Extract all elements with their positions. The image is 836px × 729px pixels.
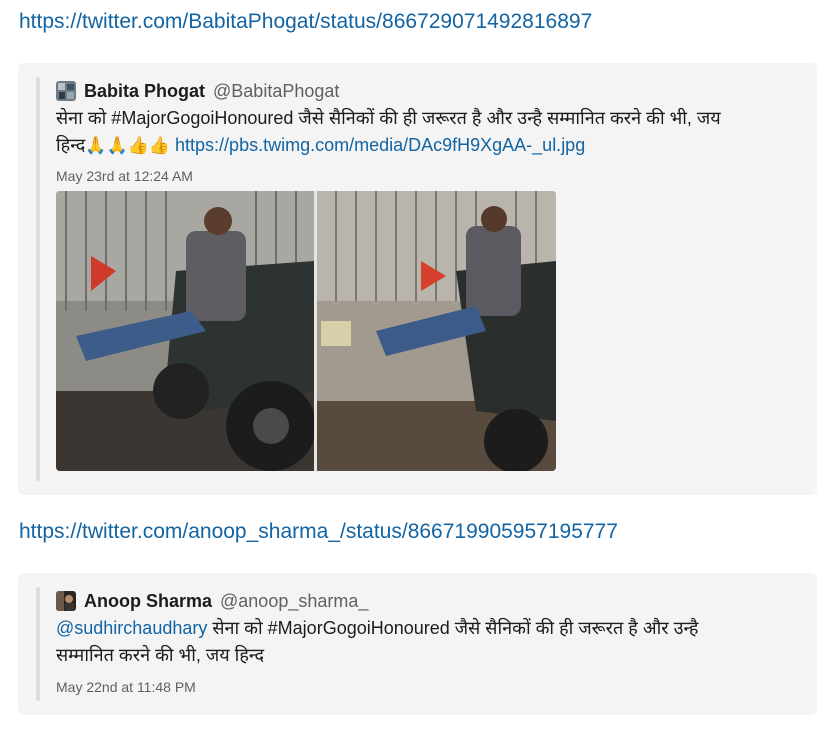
author-name[interactable]: Anoop Sharma xyxy=(84,591,212,612)
author-name[interactable]: Babita Phogat xyxy=(84,81,205,102)
tweet-text-line-1: सेना को #MajorGogoiHonoured जैसे सैनिकों… xyxy=(56,108,721,128)
mention-link[interactable]: @sudhirchaudhary xyxy=(56,618,207,638)
tweet-text: @sudhirchaudhary सेना को #MajorGogoiHono… xyxy=(56,615,806,669)
tweet-text-line-2: सम्मानित करने की भी, जय हिन्द xyxy=(56,645,265,665)
tweet-text-line-2-prefix: हिन्द xyxy=(56,135,86,155)
emoji-group: 🙏🙏👍👍 xyxy=(85,136,171,155)
tweet-preview-card-1: Babita Phogat @BabitaPhogat सेना को #Maj… xyxy=(18,63,817,495)
author-row: Babita Phogat @BabitaPhogat xyxy=(56,79,339,103)
tweet-url-link-1[interactable]: https://twitter.com/BabitaPhogat/status/… xyxy=(19,10,592,34)
media-link[interactable]: https://pbs.twimg.com/media/DAc9fH9XgAA-… xyxy=(175,135,585,155)
tweet-text-line-1-body: सेना को #MajorGogoiHonoured जैसे सैनिकों… xyxy=(207,618,699,638)
author-handle[interactable]: @anoop_sharma_ xyxy=(220,591,368,612)
author-row: Anoop Sharma @anoop_sharma_ xyxy=(56,589,368,613)
tweet-photo[interactable] xyxy=(56,191,556,471)
timestamp[interactable]: May 23rd at 12:24 AM xyxy=(56,168,193,184)
tweet-url-link-2[interactable]: https://twitter.com/anoop_sharma_/status… xyxy=(19,520,618,544)
quote-bar xyxy=(36,587,40,701)
tweet-preview-card-2: Anoop Sharma @anoop_sharma_ @sudhirchaud… xyxy=(18,573,817,715)
tweet-text-line-2: हिन्द🙏🙏👍👍 https://pbs.twimg.com/media/DA… xyxy=(56,132,806,159)
author-handle[interactable]: @BabitaPhogat xyxy=(213,81,339,102)
tweet-text-line-1: @sudhirchaudhary सेना को #MajorGogoiHono… xyxy=(56,615,806,642)
quote-bar xyxy=(36,77,40,481)
tweet-text: सेना को #MajorGogoiHonoured जैसे सैनिकों… xyxy=(56,105,806,159)
timestamp[interactable]: May 22nd at 11:48 PM xyxy=(56,679,196,695)
user-avatar-icon[interactable] xyxy=(56,81,76,101)
user-avatar-icon[interactable] xyxy=(56,591,76,611)
